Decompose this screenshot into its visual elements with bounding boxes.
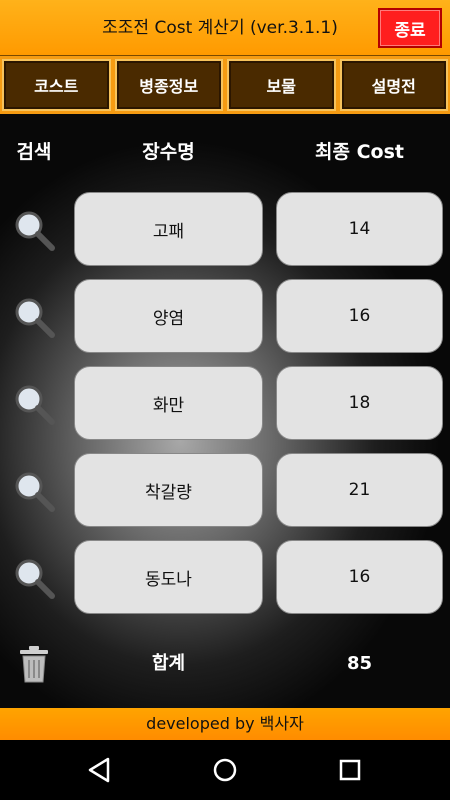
cost-panel: 검색 장수명 최종 Cost 고패 14 양염 16 화만 18 착갈량 21 … [0, 114, 450, 708]
app-header: 조조전 Cost 계산기 (ver.3.1.1) 종료 [0, 0, 450, 56]
tab-treasure[interactable]: 보물 [227, 59, 336, 111]
general-name-button[interactable]: 고패 [74, 192, 263, 266]
search-icon[interactable] [12, 295, 56, 339]
total-value: 85 [346, 653, 373, 674]
column-header-search: 검색 [16, 141, 52, 163]
final-cost-value: 21 [276, 453, 443, 527]
tab-unit-info[interactable]: 병종정보 [114, 59, 223, 111]
app-title: 조조전 Cost 계산기 (ver.3.1.1) [102, 18, 338, 38]
final-cost-value: 18 [276, 366, 443, 440]
general-name-button[interactable]: 양염 [74, 279, 263, 353]
search-icon[interactable] [12, 556, 56, 600]
home-icon[interactable] [209, 754, 241, 786]
table-row: 화만 18 [0, 366, 450, 442]
back-icon[interactable] [84, 754, 116, 786]
table-row: 착갈량 21 [0, 453, 450, 529]
general-name-button[interactable]: 착갈량 [74, 453, 263, 527]
table-row: 동도나 16 [0, 540, 450, 616]
final-cost-value: 14 [276, 192, 443, 266]
general-name-button[interactable]: 동도나 [74, 540, 263, 614]
column-header-cost: 최종 Cost [315, 141, 404, 163]
close-button[interactable]: 종료 [378, 8, 442, 48]
trash-icon[interactable] [18, 644, 50, 684]
final-cost-value: 16 [276, 540, 443, 614]
general-name-button[interactable]: 화만 [74, 366, 263, 440]
final-cost-value: 16 [276, 279, 443, 353]
search-icon[interactable] [12, 208, 56, 252]
tab-description[interactable]: 설명전 [339, 59, 448, 111]
search-icon[interactable] [12, 382, 56, 426]
tab-bar: 코스트 병종정보 보물 설명전 [0, 56, 450, 114]
total-row: 합계 85 [0, 634, 450, 694]
column-header-name: 장수명 [142, 141, 195, 163]
total-label: 합계 [151, 653, 186, 674]
recents-icon[interactable] [334, 754, 366, 786]
tab-cost[interactable]: 코스트 [2, 59, 111, 111]
table-row: 양염 16 [0, 279, 450, 355]
search-icon[interactable] [12, 469, 56, 513]
system-navigation-bar [0, 740, 450, 800]
table-row: 고패 14 [0, 192, 450, 268]
developer-credit: developed by 백사자 [0, 708, 450, 740]
